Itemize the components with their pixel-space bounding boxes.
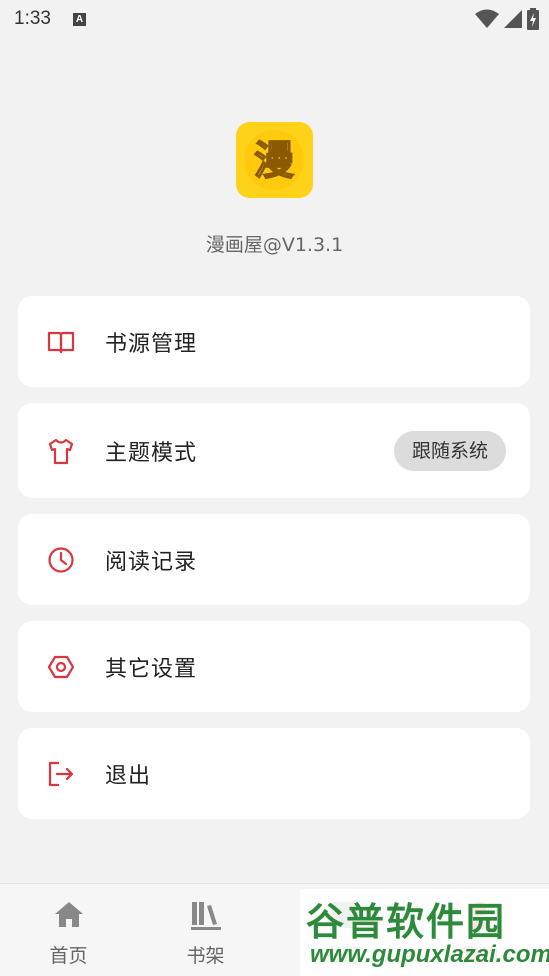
battery-icon xyxy=(527,8,539,30)
app-logo: 漫 xyxy=(236,122,313,198)
watermark: 谷普软件园 www.gupuxlazai.com xyxy=(300,889,549,976)
signal-icon xyxy=(504,10,522,28)
menu-label: 主题模式 xyxy=(105,440,198,466)
menu-label: 阅读记录 xyxy=(105,549,198,575)
nav-label: 首页 xyxy=(49,945,88,967)
menu-item-book-source[interactable]: 书源管理 xyxy=(18,296,530,387)
watermark-title: 谷普软件园 xyxy=(306,900,507,944)
menu-label: 书源管理 xyxy=(105,331,198,357)
nav-item-home[interactable]: 首页 xyxy=(0,884,137,976)
menu-item-other-settings[interactable]: 其它设置 xyxy=(18,621,530,712)
wifi-icon xyxy=(475,9,499,28)
status-time: 1:33 xyxy=(14,8,51,29)
home-icon xyxy=(54,902,83,927)
app-version: 漫画屋@V1.3.1 xyxy=(205,234,344,256)
clock-icon xyxy=(48,546,74,573)
tshirt-icon xyxy=(48,438,74,464)
app-logo-char: 漫 xyxy=(254,138,294,184)
status-bar: 1:33 A xyxy=(0,0,549,38)
nav-label: 书架 xyxy=(186,945,225,967)
menu-item-reading-history[interactable]: 阅读记录 xyxy=(18,514,530,605)
menu-label: 其它设置 xyxy=(105,656,198,682)
status-indicators xyxy=(475,8,539,30)
theme-mode-badge[interactable]: 跟随系统 xyxy=(393,430,506,471)
nav-item-bookshelf[interactable]: 书架 xyxy=(137,884,274,976)
app-logo-icon: 漫 xyxy=(236,122,313,198)
menu-label: 退出 xyxy=(105,763,152,789)
settings-hexagon-icon xyxy=(47,655,75,678)
logout-icon xyxy=(48,761,74,786)
watermark-url: www.gupuxlazai.com xyxy=(310,941,549,968)
menu-item-logout[interactable]: 退出 xyxy=(18,728,530,819)
notification-icon: A xyxy=(72,12,86,26)
bookshelf-icon xyxy=(190,902,221,930)
book-open-icon xyxy=(47,331,75,353)
menu-item-theme-mode[interactable]: 主题模式 跟随系统 xyxy=(18,403,530,498)
